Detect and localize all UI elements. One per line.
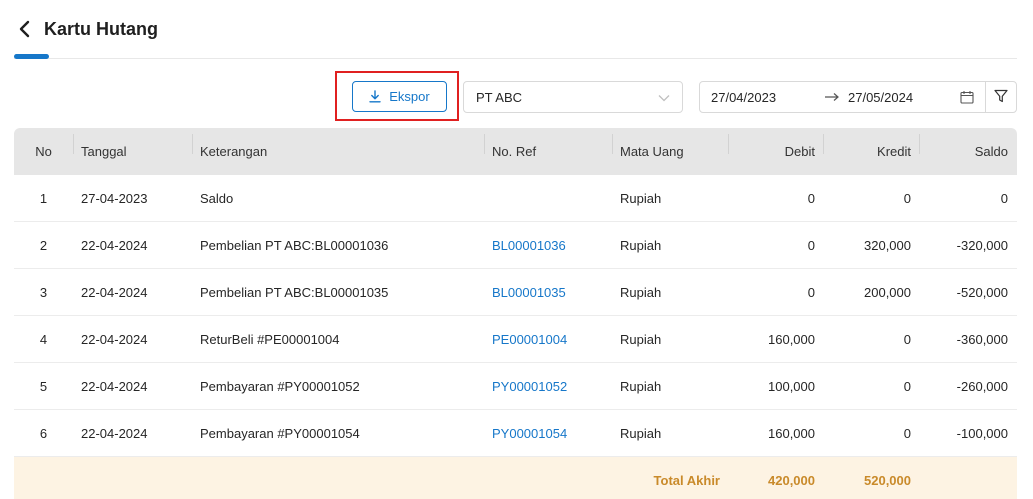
supplier-select[interactable]: PT ABC	[463, 81, 683, 113]
cell-keterangan: Pembelian PT ABC:BL00001035	[200, 284, 389, 300]
table-row: 1 27-04-2023 Saldo Rupiah 0 0 0	[14, 175, 1017, 222]
cell-tanggal: 27-04-2023	[81, 190, 148, 206]
cell-no: 5	[39, 378, 48, 394]
cell-kredit: 0	[903, 378, 911, 394]
column-header-saldo: Saldo	[919, 134, 1016, 159]
supplier-value: PT ABC	[476, 89, 523, 105]
page-header: Kartu Hutang	[14, 12, 158, 46]
calendar-icon[interactable]	[960, 90, 974, 104]
total-label: Total Akhir	[653, 473, 720, 488]
cell-kredit: 0	[903, 331, 911, 347]
cell-ref-link[interactable]: BL00001036	[484, 238, 612, 253]
column-header-debit: Debit	[728, 134, 823, 159]
cell-keterangan: Pembelian PT ABC:BL00001036	[200, 237, 389, 253]
cell-kredit: 320,000	[864, 237, 911, 253]
cell-debit: 160,000	[768, 331, 815, 347]
cell-tanggal: 22-04-2024	[81, 378, 148, 394]
cell-keterangan: Saldo	[200, 190, 234, 206]
cell-saldo: -100,000	[956, 425, 1008, 441]
column-header-tanggal: Tanggal	[73, 134, 192, 159]
total-kredit: 520,000	[864, 473, 911, 488]
cell-ref-link[interactable]: BL00001035	[484, 285, 612, 300]
column-header-mata-uang: Mata Uang	[612, 134, 728, 159]
cell-kredit: 0	[903, 425, 911, 441]
cell-kredit: 0	[903, 190, 911, 206]
cell-debit: 100,000	[768, 378, 815, 394]
table-footer-total: Total Akhir 420,000 520,000	[14, 457, 1017, 499]
cell-no: 6	[39, 425, 48, 441]
cell-saldo: -520,000	[956, 284, 1008, 300]
arrow-right-icon	[824, 90, 848, 105]
cell-saldo: -360,000	[956, 331, 1008, 347]
cell-mata-uang: Rupiah	[620, 331, 662, 347]
cell-tanggal: 22-04-2024	[81, 237, 148, 253]
cell-keterangan: Pembayaran #PY00001052	[200, 378, 360, 394]
cell-debit: 160,000	[768, 425, 815, 441]
cell-mata-uang: Rupiah	[620, 237, 662, 253]
cell-mata-uang: Rupiah	[620, 378, 662, 394]
table-row: 3 22-04-2024 Pembelian PT ABC:BL00001035…	[14, 269, 1017, 316]
page-title: Kartu Hutang	[44, 18, 158, 39]
cell-saldo: -320,000	[956, 237, 1008, 253]
chevron-down-icon	[658, 90, 670, 105]
cell-saldo: 0	[1000, 190, 1008, 206]
active-tab-indicator	[14, 54, 49, 59]
cell-no: 3	[39, 284, 48, 300]
back-arrow-icon[interactable]	[14, 18, 36, 40]
ledger-table: No Tanggal Keterangan No. Ref Mata Uang …	[14, 128, 1017, 499]
table-row: 6 22-04-2024 Pembayaran #PY00001054 PY00…	[14, 410, 1017, 457]
column-header-keterangan: Keterangan	[192, 134, 484, 159]
cell-ref-link[interactable]: PE00001004	[484, 332, 612, 347]
cell-debit: 0	[807, 237, 815, 253]
cell-debit: 0	[807, 284, 815, 300]
column-header-no: No	[35, 144, 52, 159]
filter-icon	[994, 89, 1008, 106]
table-row: 5 22-04-2024 Pembayaran #PY00001052 PY00…	[14, 363, 1017, 410]
cell-kredit: 200,000	[864, 284, 911, 300]
column-header-kredit: Kredit	[823, 134, 919, 159]
download-icon	[369, 90, 381, 103]
cell-tanggal: 22-04-2024	[81, 331, 148, 347]
cell-keterangan: ReturBeli #PE00001004	[200, 331, 340, 347]
date-end[interactable]: 27/05/2024	[848, 90, 958, 105]
export-button[interactable]: Ekspor	[352, 81, 447, 112]
cell-mata-uang: Rupiah	[620, 190, 662, 206]
table-header: No Tanggal Keterangan No. Ref Mata Uang …	[14, 128, 1017, 175]
cell-no: 2	[39, 237, 48, 253]
export-label: Ekspor	[389, 89, 430, 104]
cell-no: 1	[39, 190, 48, 206]
date-start[interactable]: 27/04/2023	[711, 90, 824, 105]
cell-keterangan: Pembayaran #PY00001054	[200, 425, 360, 441]
cell-debit: 0	[807, 190, 815, 206]
filter-button[interactable]	[985, 81, 1017, 113]
cell-mata-uang: Rupiah	[620, 425, 662, 441]
column-header-no-ref: No. Ref	[484, 134, 612, 159]
cell-mata-uang: Rupiah	[620, 284, 662, 300]
total-debit: 420,000	[768, 473, 815, 488]
table-row: 2 22-04-2024 Pembelian PT ABC:BL00001036…	[14, 222, 1017, 269]
cell-ref-link[interactable]: PY00001054	[484, 426, 612, 441]
cell-tanggal: 22-04-2024	[81, 284, 148, 300]
cell-saldo: -260,000	[956, 378, 1008, 394]
table-row: 4 22-04-2024 ReturBeli #PE00001004 PE000…	[14, 316, 1017, 363]
cell-ref-link[interactable]: PY00001052	[484, 379, 612, 394]
date-range-picker[interactable]: 27/04/2023 27/05/2024	[699, 81, 986, 113]
header-divider	[14, 58, 1017, 59]
cell-no: 4	[39, 331, 48, 347]
cell-tanggal: 22-04-2024	[81, 425, 148, 441]
